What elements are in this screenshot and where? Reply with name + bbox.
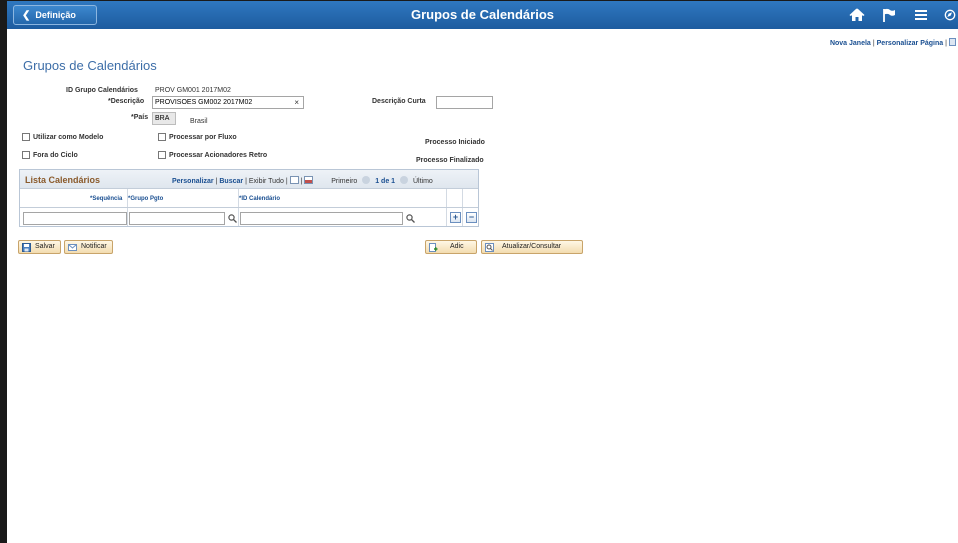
flag-icon[interactable] [880, 6, 898, 24]
column-header-pay-group[interactable]: *Grupo Pgto [128, 196, 163, 202]
process-retro-label: Processar Acionadores Retro [169, 152, 268, 159]
country-description: Brasil [190, 118, 208, 125]
grid-first-label: Primeiro [331, 178, 358, 185]
pay-group-input[interactable] [129, 212, 225, 225]
country-input: BRA [152, 112, 176, 125]
process-started-label: Processo Iniciado [425, 139, 485, 146]
process-by-flow-checkbox[interactable] [158, 133, 166, 141]
calendar-list-grid: Lista Calendários Personalizar | Buscar … [19, 169, 479, 227]
grid-personalize-link[interactable]: Personalizar [172, 178, 214, 185]
page-title: Grupos de Calendários [23, 58, 157, 73]
zoom-grid-icon[interactable] [289, 176, 299, 184]
menu-icon[interactable] [912, 6, 930, 24]
description-label: *Descrição [108, 98, 145, 105]
grid-range: 1 de 1 [375, 178, 396, 185]
personalize-page-link[interactable]: Personalizar Página [877, 40, 944, 47]
update-display-button[interactable]: Atualizar/Consultar [481, 240, 583, 254]
add-button-label: Adic [450, 243, 464, 250]
update-display-button-label: Atualizar/Consultar [502, 243, 562, 250]
download-grid-icon[interactable] [304, 176, 314, 184]
sequence-input[interactable] [23, 212, 127, 225]
process-finished-label: Processo Finalizado [416, 157, 484, 164]
previous-icon[interactable] [362, 176, 371, 184]
grid-header: Lista Calendários Personalizar | Buscar … [20, 170, 478, 189]
description-input[interactable]: PROVISOES GM002 2017M02 × [152, 96, 304, 109]
home-icon[interactable] [848, 6, 866, 24]
short-description-input[interactable] [436, 96, 493, 109]
navigator-icon[interactable] [944, 6, 956, 24]
column-header-calendar-id[interactable]: *ID Calendário [239, 196, 280, 202]
clear-icon[interactable]: × [294, 97, 299, 108]
description-value: PROVISOES GM002 2017M02 [155, 99, 253, 106]
nav-separator: | [245, 178, 247, 185]
window-frame [0, 0, 958, 543]
help-icon[interactable] [949, 38, 956, 46]
grid-show-all-link[interactable]: Exibir Tudo [249, 178, 284, 185]
link-separator: | [945, 40, 947, 47]
use-as-model-label: Utilizar como Modelo [33, 134, 104, 141]
delete-row-button[interactable]: − [466, 212, 477, 223]
notify-button[interactable]: Notificar [64, 240, 113, 254]
add-row-button[interactable]: + [450, 212, 461, 223]
save-button[interactable]: Salvar [18, 240, 61, 254]
page-links: Nova Janela | Personalizar Página | [830, 38, 956, 47]
link-separator: | [872, 40, 875, 47]
update-display-icon [485, 243, 494, 252]
banner-title: Grupos de Calendários [410, 7, 555, 22]
next-icon[interactable] [400, 176, 409, 184]
grid-last-label: Último [412, 178, 433, 185]
add-icon [429, 243, 438, 252]
country-label: *País [131, 114, 149, 121]
add-button[interactable]: Adic [425, 240, 477, 254]
column-header-sequence[interactable]: *Sequência [90, 196, 122, 202]
use-as-model-checkbox[interactable] [22, 133, 30, 141]
new-window-link[interactable]: Nova Janela [830, 40, 871, 47]
banner-icons [848, 5, 956, 25]
header-row-separator [20, 207, 478, 208]
short-description-label: Descrição Curta [372, 98, 426, 105]
top-banner: ❮ Definição Grupos de Calendários [7, 1, 958, 29]
off-cycle-checkbox[interactable] [22, 151, 30, 159]
grid-navigation: Personalizar | Buscar | Exibir Tudo | | … [172, 176, 433, 185]
group-id-label: ID Grupo Calendários [66, 87, 138, 94]
calendar-id-lookup-icon[interactable] [406, 214, 415, 223]
nav-separator: | [300, 178, 303, 185]
calendar-id-input[interactable] [240, 212, 403, 225]
group-id-value: PROV GM001 2017M02 [155, 87, 231, 94]
grid-search-link[interactable]: Buscar [219, 178, 243, 185]
off-cycle-label: Fora do Ciclo [33, 152, 78, 159]
process-by-flow-label: Processar por Fluxo [169, 134, 237, 141]
nav-separator: | [215, 178, 218, 185]
pay-group-lookup-icon[interactable] [228, 214, 237, 223]
save-icon [22, 243, 31, 252]
grid-title: Lista Calendários [25, 175, 101, 185]
notify-button-label: Notificar [81, 243, 107, 250]
notify-icon [68, 244, 77, 251]
process-retro-checkbox[interactable] [158, 151, 166, 159]
nav-separator: | [285, 178, 288, 185]
save-button-label: Salvar [35, 243, 55, 250]
